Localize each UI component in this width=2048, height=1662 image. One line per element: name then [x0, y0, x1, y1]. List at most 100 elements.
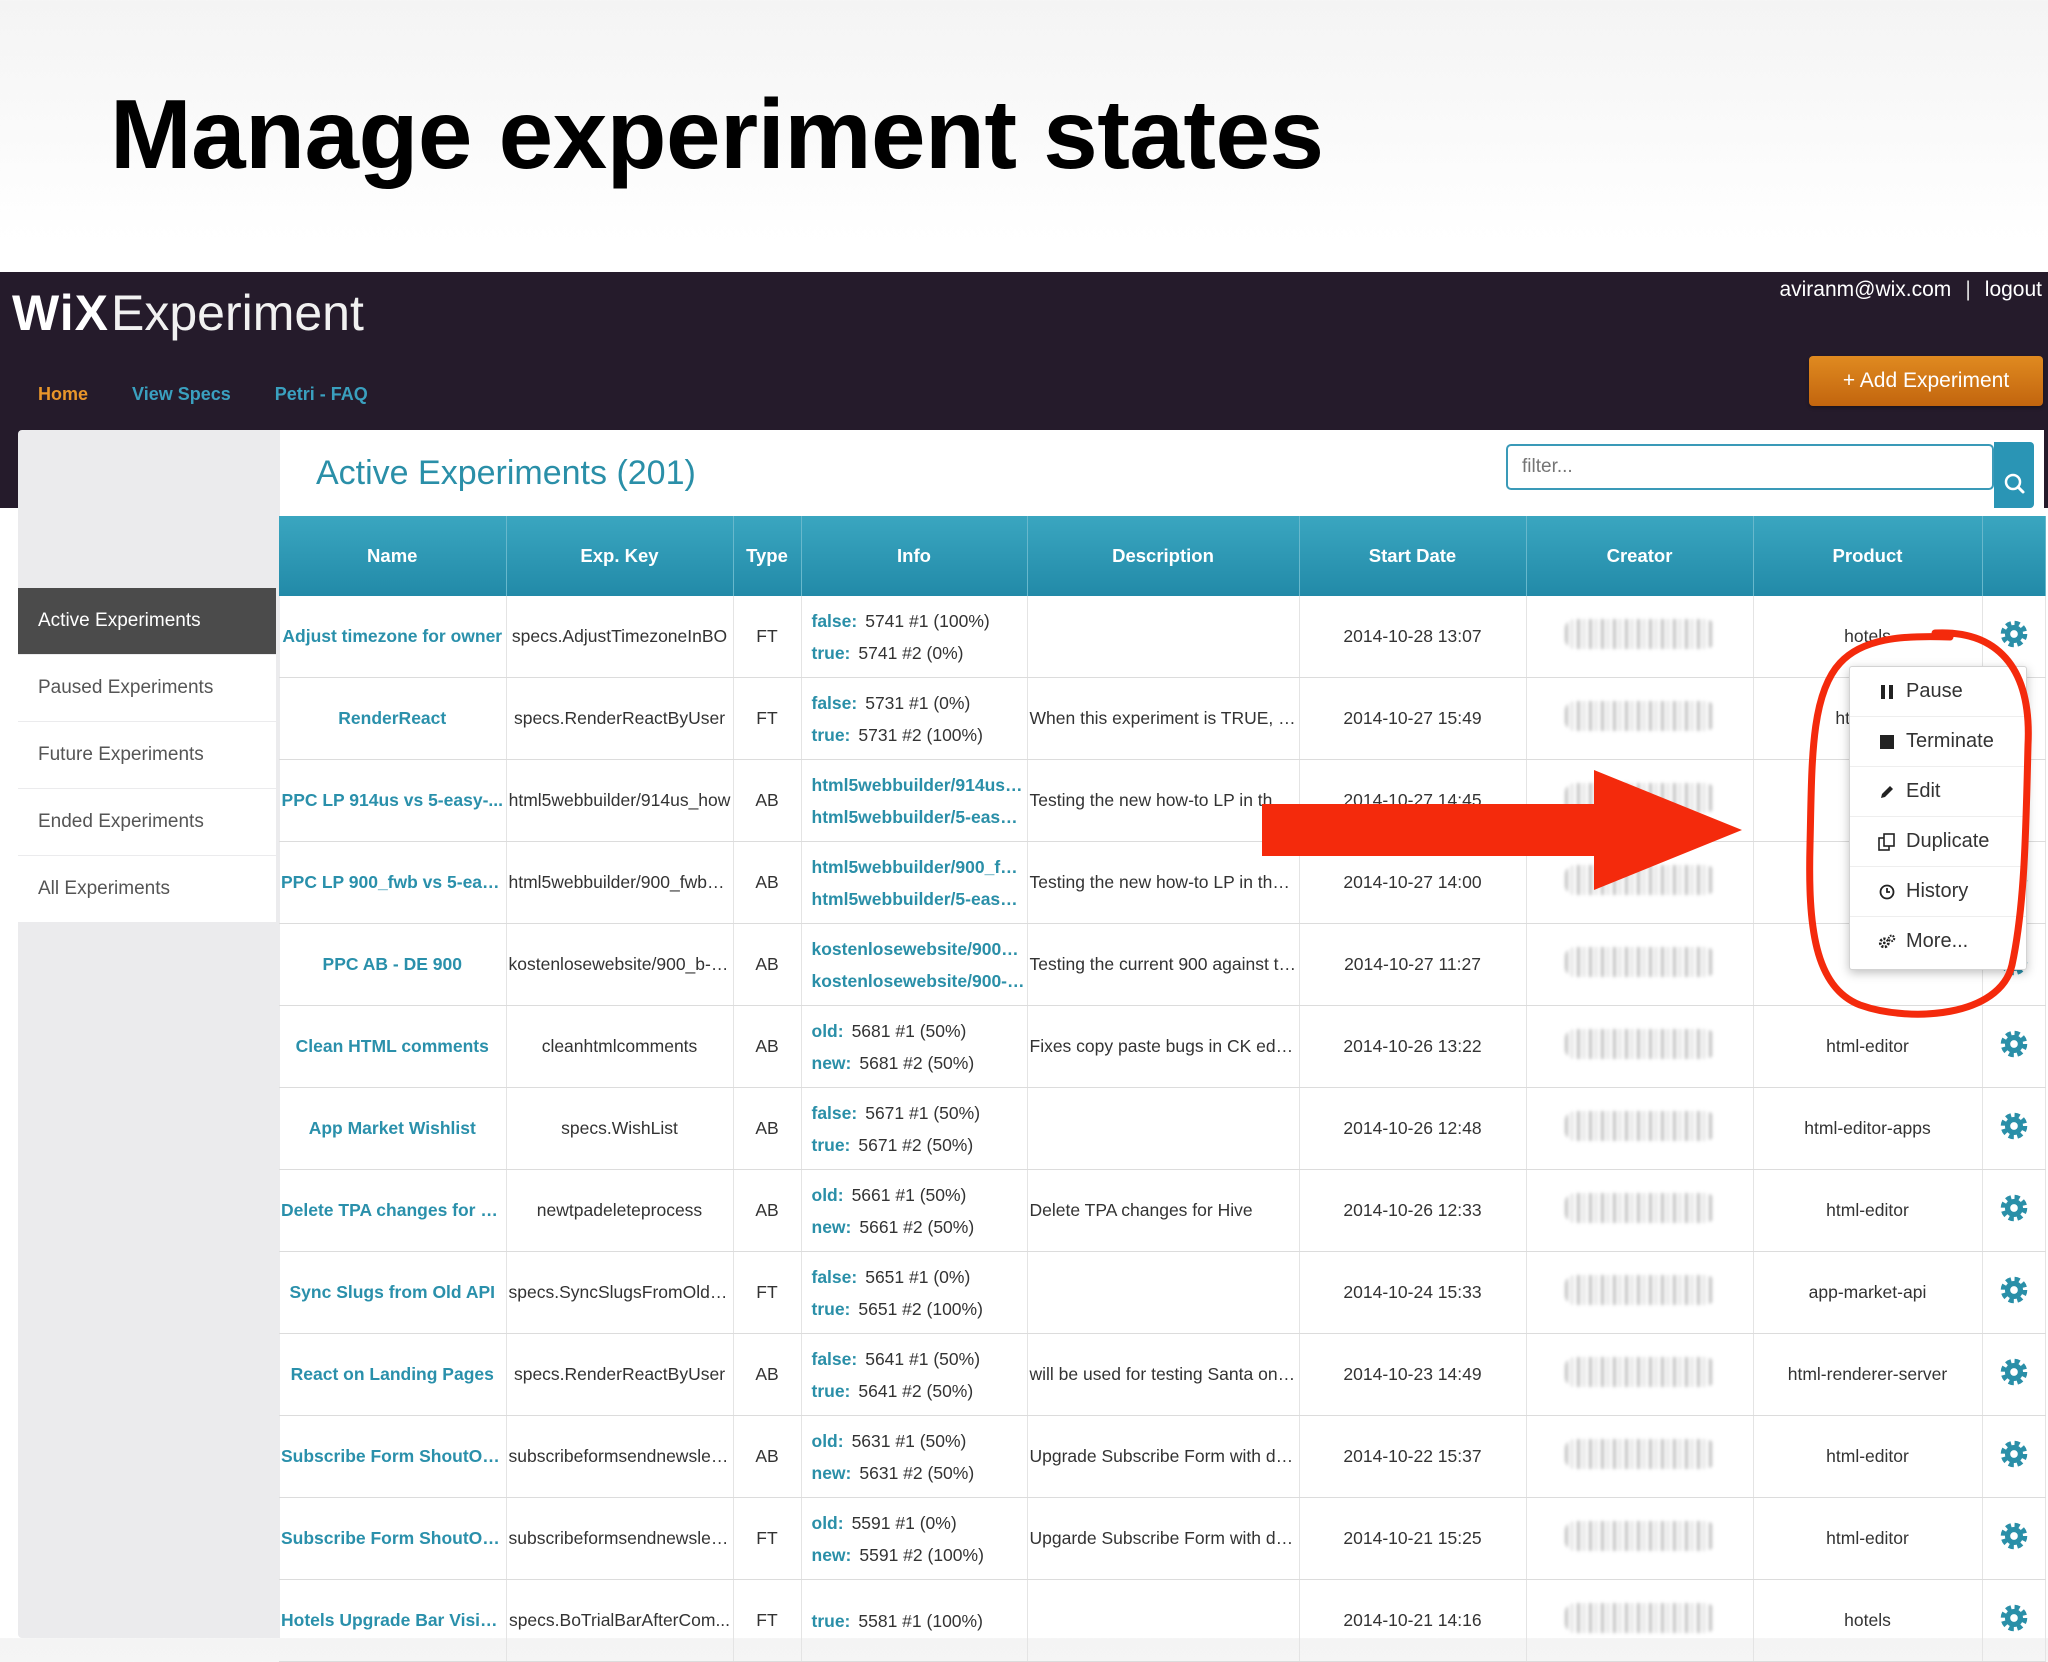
gear-icon[interactable]	[1997, 1191, 2031, 1225]
column-header-start-date[interactable]: Start Date	[1299, 516, 1527, 596]
column-header-info[interactable]: Info	[801, 516, 1028, 596]
experiment-name-link[interactable]: Adjust timezone for owner	[279, 596, 507, 678]
creator-cell	[1526, 1087, 1754, 1170]
column-header-name[interactable]: Name	[279, 516, 507, 596]
info-key: false:	[811, 610, 858, 631]
sidebar-item-all[interactable]: All Experiments	[18, 856, 276, 922]
sidebar-item-active[interactable]: Active Experiments	[18, 588, 276, 654]
column-header-description[interactable]: Description	[1027, 516, 1300, 596]
start-date: 2014-10-23 14:49	[1299, 1333, 1527, 1416]
gear-icon[interactable]	[1997, 1027, 2031, 1061]
experiment-name-link[interactable]: Clean HTML comments	[279, 1005, 507, 1088]
gear-icon[interactable]	[1997, 1109, 2031, 1143]
creator-avatar-blurred	[1564, 701, 1715, 731]
filter-input[interactable]	[1506, 444, 1994, 490]
table-row[interactable]: Clean HTML comments cleanhtmlcomments AB ol…	[279, 1005, 2046, 1088]
table-row[interactable]: React on Landing Pages specs.RenderReactB…	[279, 1333, 2046, 1416]
experiment-name-link[interactable]: Subscribe Form ShoutOu...	[279, 1497, 507, 1580]
gear-icon[interactable]	[1997, 1355, 2031, 1389]
start-date: 2014-10-27 11:27	[1299, 923, 1527, 1006]
column-header-key[interactable]: Exp. Key	[506, 516, 734, 596]
experiment-name-link[interactable]: RenderReact	[279, 677, 507, 760]
table-row[interactable]: Delete TPA changes for H... newtpadeletep…	[279, 1169, 2046, 1252]
experiment-info: false: 5741 #1 (100%) true: 5741 #2 (0%)	[801, 596, 1028, 678]
nav-view-specs[interactable]: View Specs	[132, 384, 231, 405]
experiment-type: AB	[733, 923, 802, 1006]
experiment-description: Upgrade Subscribe Form with dir...	[1027, 1415, 1300, 1498]
info-link[interactable]: html5webbuilder/5-easy-st	[812, 883, 1025, 915]
experiment-key: specs.BoTrialBarAfterCom...	[506, 1579, 734, 1662]
start-date: 2014-10-26 13:22	[1299, 1005, 1527, 1088]
info-value: 5671 #2 (50%)	[858, 1134, 974, 1155]
experiment-type: AB	[733, 1169, 802, 1252]
info-link[interactable]: html5webbuilder/900_fwb_	[812, 851, 1025, 883]
experiment-name-link[interactable]: PPC AB - DE 900	[279, 923, 507, 1006]
creator-cell	[1526, 923, 1754, 1006]
info-line: html5webbuilder/5-easy-st	[812, 801, 1025, 833]
gear-icon[interactable]	[1997, 1601, 2031, 1635]
nav-faq[interactable]: Petri - FAQ	[275, 384, 368, 405]
info-key: true:	[811, 1298, 851, 1319]
column-header-type[interactable]: Type	[733, 516, 802, 596]
experiment-name-link[interactable]: Hotels Upgrade Bar Visib...	[279, 1579, 507, 1662]
app-logo[interactable]: WiX Experiment	[12, 278, 364, 348]
experiment-name-link[interactable]: React on Landing Pages	[279, 1333, 507, 1416]
info-line: old: 5661 #1 (50%)	[812, 1179, 1025, 1211]
experiment-name-link[interactable]: App Market Wishlist	[279, 1087, 507, 1170]
info-value: 5631 #2 (50%)	[859, 1462, 975, 1483]
creator-cell	[1526, 1333, 1754, 1416]
experiment-name-link[interactable]: Sync Slugs from Old API	[279, 1251, 507, 1334]
table-row[interactable]: Subscribe Form ShoutOu... subscribeformse…	[279, 1497, 2046, 1580]
creator-cell	[1526, 1415, 1754, 1498]
info-value: 5651 #1 (0%)	[865, 1266, 971, 1287]
info-key: false:	[811, 1348, 858, 1369]
table-row[interactable]: App Market Wishlist specs.WishList AB false…	[279, 1087, 2046, 1170]
gear-icon[interactable]	[1997, 1437, 2031, 1471]
sidebar-item-ended[interactable]: Ended Experiments	[18, 789, 276, 855]
table-row[interactable]: Adjust timezone for owner specs.AdjustTim…	[279, 596, 2046, 678]
table-row[interactable]: Sync Slugs from Old API specs.SyncSlugsFr…	[279, 1251, 2046, 1334]
info-line: true: 5671 #2 (50%)	[812, 1129, 1025, 1161]
experiment-description: Testing the new how-to LP in the ...	[1027, 759, 1300, 842]
logout-link[interactable]: logout	[1985, 278, 2042, 302]
sidebar-item-future[interactable]: Future Experiments	[18, 722, 276, 788]
table-row[interactable]: PPC LP 914us vs 5-easy-... html5webbuilde…	[279, 759, 2046, 842]
column-header-product[interactable]: Product	[1753, 516, 1983, 596]
experiment-name-link[interactable]: Subscribe Form ShoutOu...	[279, 1415, 507, 1498]
info-key: true:	[811, 1134, 851, 1155]
user-area: aviranm@wix.com | logout	[1779, 278, 2042, 302]
experiment-description	[1027, 596, 1300, 678]
creator-cell	[1526, 596, 1754, 678]
nav-home[interactable]: Home	[38, 384, 88, 405]
experiment-name-link[interactable]: PPC LP 900_fwb vs 5-eas...	[279, 841, 507, 924]
creator-avatar-blurred	[1564, 1521, 1715, 1551]
table-row[interactable]: PPC LP 900_fwb vs 5-eas... html5webbuilde…	[279, 841, 2046, 924]
table-row[interactable]: PPC AB - DE 900 kostenlosewebsite/900_b-c…	[279, 923, 2046, 1006]
column-header-creator[interactable]: Creator	[1526, 516, 1754, 596]
table-row[interactable]: RenderReact specs.RenderReactByUser FT fals…	[279, 677, 2046, 760]
info-link[interactable]: html5webbuilder/5-easy-st	[812, 801, 1025, 833]
info-line: true: 5651 #2 (100%)	[812, 1293, 1025, 1325]
info-link[interactable]: kostenlosewebsite/900-de3	[812, 965, 1025, 997]
add-experiment-button[interactable]: + Add Experiment	[1809, 356, 2043, 406]
table-row[interactable]: Hotels Upgrade Bar Visib... specs.BoTrial…	[279, 1579, 2046, 1662]
info-line: old: 5681 #1 (50%)	[812, 1015, 1025, 1047]
gear-icon[interactable]	[1997, 1273, 2031, 1307]
search-button[interactable]	[1994, 442, 2034, 508]
info-value: 5581 #1 (100%)	[858, 1610, 983, 1631]
info-link[interactable]: html5webbuilder/914us_hc	[812, 769, 1025, 801]
experiment-info: html5webbuilder/914us_hc html5webbuilder/…	[801, 759, 1028, 842]
gear-icon[interactable]	[1997, 1519, 2031, 1553]
info-line: false: 5641 #1 (50%)	[812, 1343, 1025, 1375]
info-value: 5651 #2 (100%)	[858, 1298, 983, 1319]
experiment-name-link[interactable]: PPC LP 914us vs 5-easy-...	[279, 759, 507, 842]
experiment-name-link[interactable]: Delete TPA changes for H...	[279, 1169, 507, 1252]
experiment-key: newtpadeleteprocess	[506, 1169, 734, 1252]
creator-cell	[1526, 1005, 1754, 1088]
info-value: 5741 #1 (100%)	[865, 610, 990, 631]
experiment-key: cleanhtmlcomments	[506, 1005, 734, 1088]
sidebar-item-paused[interactable]: Paused Experiments	[18, 655, 276, 721]
info-link[interactable]: kostenlosewebsite/900_b-c	[812, 933, 1025, 965]
table-row[interactable]: Subscribe Form ShoutOu... subscribeformse…	[279, 1415, 2046, 1498]
info-line: old: 5591 #1 (0%)	[812, 1507, 1025, 1539]
